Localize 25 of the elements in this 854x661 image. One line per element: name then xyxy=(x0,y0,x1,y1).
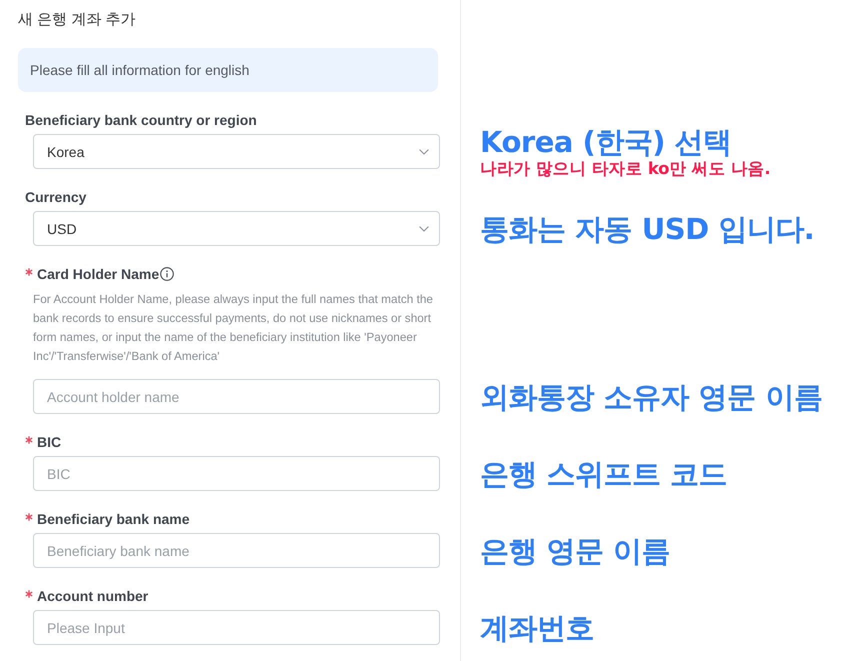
annotation-text: 계좌번호 xyxy=(480,610,594,644)
text-field[interactable]: Beneficiary bank name xyxy=(33,533,440,568)
field-label: BIC xyxy=(37,434,62,450)
text-field[interactable]: Please Input xyxy=(33,610,440,645)
info-icon[interactable] xyxy=(160,267,174,281)
annotation-text: 외화통장 소유자 영문 이름 xyxy=(480,380,822,414)
annotation-note: 나라가 많으니 타자로 ko만 써도 나옴. xyxy=(480,158,770,178)
field-label: Beneficiary bank name xyxy=(37,511,190,527)
dropdown-select[interactable]: Korea xyxy=(33,134,440,169)
dialog-title: 새 은행 계좌 추가 xyxy=(17,10,136,30)
chevron-down-icon xyxy=(419,226,429,232)
info-banner: Please fill all information for english xyxy=(18,48,438,92)
text-field[interactable]: Account holder name xyxy=(33,379,440,414)
field-label: Currency xyxy=(25,189,86,205)
field-label: Beneficiary bank country or region xyxy=(25,112,257,128)
field-label: Account number xyxy=(37,588,148,604)
field-label: Card Holder Name xyxy=(37,266,160,282)
chevron-down-icon xyxy=(419,148,429,154)
annotation-text: Korea (한국) 선택 xyxy=(480,124,732,158)
dropdown-select[interactable]: USD xyxy=(33,211,440,246)
annotation-text: 통화는 자동 USD 입니다. xyxy=(480,212,814,246)
text-field[interactable]: BIC xyxy=(33,456,440,491)
annotation-text: 은행 스위프트 코드 xyxy=(480,456,728,490)
help-text: For Account Holder Name, please always input the full names that match the bank records to ensure successful payments, do not use nicknames or short form names, or input the name of the beneficiary institution like 'Payoneer Inc'/'Transferwise'/'Bank of America' xyxy=(33,291,434,365)
annotation-text: 은행 영문 이름 xyxy=(480,534,670,568)
